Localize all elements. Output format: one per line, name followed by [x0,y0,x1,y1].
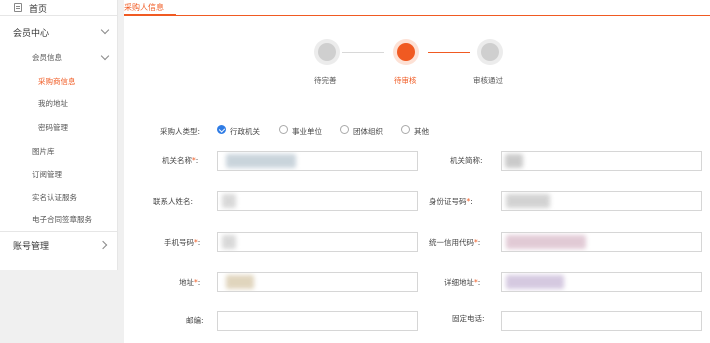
radio-other[interactable] [401,125,410,134]
org-short-name-label: 机关简称: [450,156,483,165]
detail-address-label: 详细地址*: [444,278,481,287]
home-icon [14,3,22,12]
radio-group-org-label: 团体组织 [353,127,383,136]
sidebar-member-center-label: 会员中心 [13,29,50,39]
radio-admin-org[interactable] [217,125,226,134]
step-1-label: 待完善 [314,76,337,85]
org-name-input[interactable] [217,151,418,171]
address-input[interactable] [217,272,418,292]
postcode-input[interactable] [217,311,418,331]
sidebar-home-label: 首页 [29,5,48,15]
contact-name-label: 联系人姓名: [153,197,194,206]
org-name-label: 机关名称*: [162,156,199,165]
tab-buyer-info[interactable]: 采购人信息 [124,0,176,16]
sidebar-item-buyer-info[interactable]: 采购商信息 [38,76,76,87]
step-3-label: 审核通过 [473,76,503,85]
landline-input[interactable] [501,311,702,331]
sidebar-group-account-mgmt[interactable]: 账号管理 [0,236,118,256]
sidebar-item-home[interactable]: 首页 [0,0,118,16]
radio-admin-org-label: 行政机关 [230,127,260,136]
step-3-indicator [477,39,503,65]
sidebar: 首页 会员中心 会员信息 采购商信息 我的地址 密码管理 图片库 订阅管理 实名… [0,0,118,270]
radio-group-org[interactable] [340,125,349,134]
id-number-label: 身份证号码*: [429,197,473,206]
sidebar-item-e-contract[interactable]: 电子合同签章服务 [32,214,92,225]
step-2-label: 待审核 [394,76,417,85]
sidebar-item-password[interactable]: 密码管理 [38,122,68,133]
credit-code-label: 统一信用代码*: [429,238,481,247]
tab-bar: 采购人信息 [124,0,710,16]
sidebar-item-real-name-auth[interactable]: 实名认证服务 [32,192,77,203]
step-1-indicator [314,39,340,65]
chevron-right-icon [98,240,108,250]
sidebar-item-subscription[interactable]: 订阅管理 [32,169,62,180]
sidebar-item-my-address[interactable]: 我的地址 [38,98,68,109]
sidebar-member-info-label: 会员信息 [32,53,62,62]
id-number-input[interactable] [501,191,702,211]
phone-label: 手机号码*: [164,238,201,247]
step-2-indicator [393,39,419,65]
radio-other-label: 其他 [414,127,429,136]
contact-name-input[interactable] [217,191,418,211]
postcode-label: 邮编: [186,316,204,325]
chevron-down-icon [100,51,110,61]
main-panel: 采购人信息 待完善 待审核 审核通过 采购人类型: 行政机关 事业单位 团体组织… [124,0,710,343]
sidebar-item-image-library[interactable]: 图片库 [32,146,55,157]
org-short-name-input[interactable] [501,151,702,171]
buyer-type-label: 采购人类型: [160,127,201,136]
landline-label: 固定电话: [452,314,485,323]
address-label: 地址*: [179,278,201,287]
step-connector [342,52,384,53]
detail-address-input[interactable] [501,272,702,292]
chevron-down-icon [100,25,110,35]
sidebar-group-member-center[interactable]: 会员中心 [0,24,118,44]
sidebar-subgroup-member-info[interactable]: 会员信息 [0,50,118,66]
divider [0,231,118,232]
step-connector [428,52,470,53]
radio-public-institution[interactable] [279,125,288,134]
radio-public-institution-label: 事业单位 [292,127,322,136]
phone-input[interactable] [217,232,418,252]
sidebar-account-mgmt-label: 账号管理 [13,242,50,252]
credit-code-input[interactable] [501,232,702,252]
